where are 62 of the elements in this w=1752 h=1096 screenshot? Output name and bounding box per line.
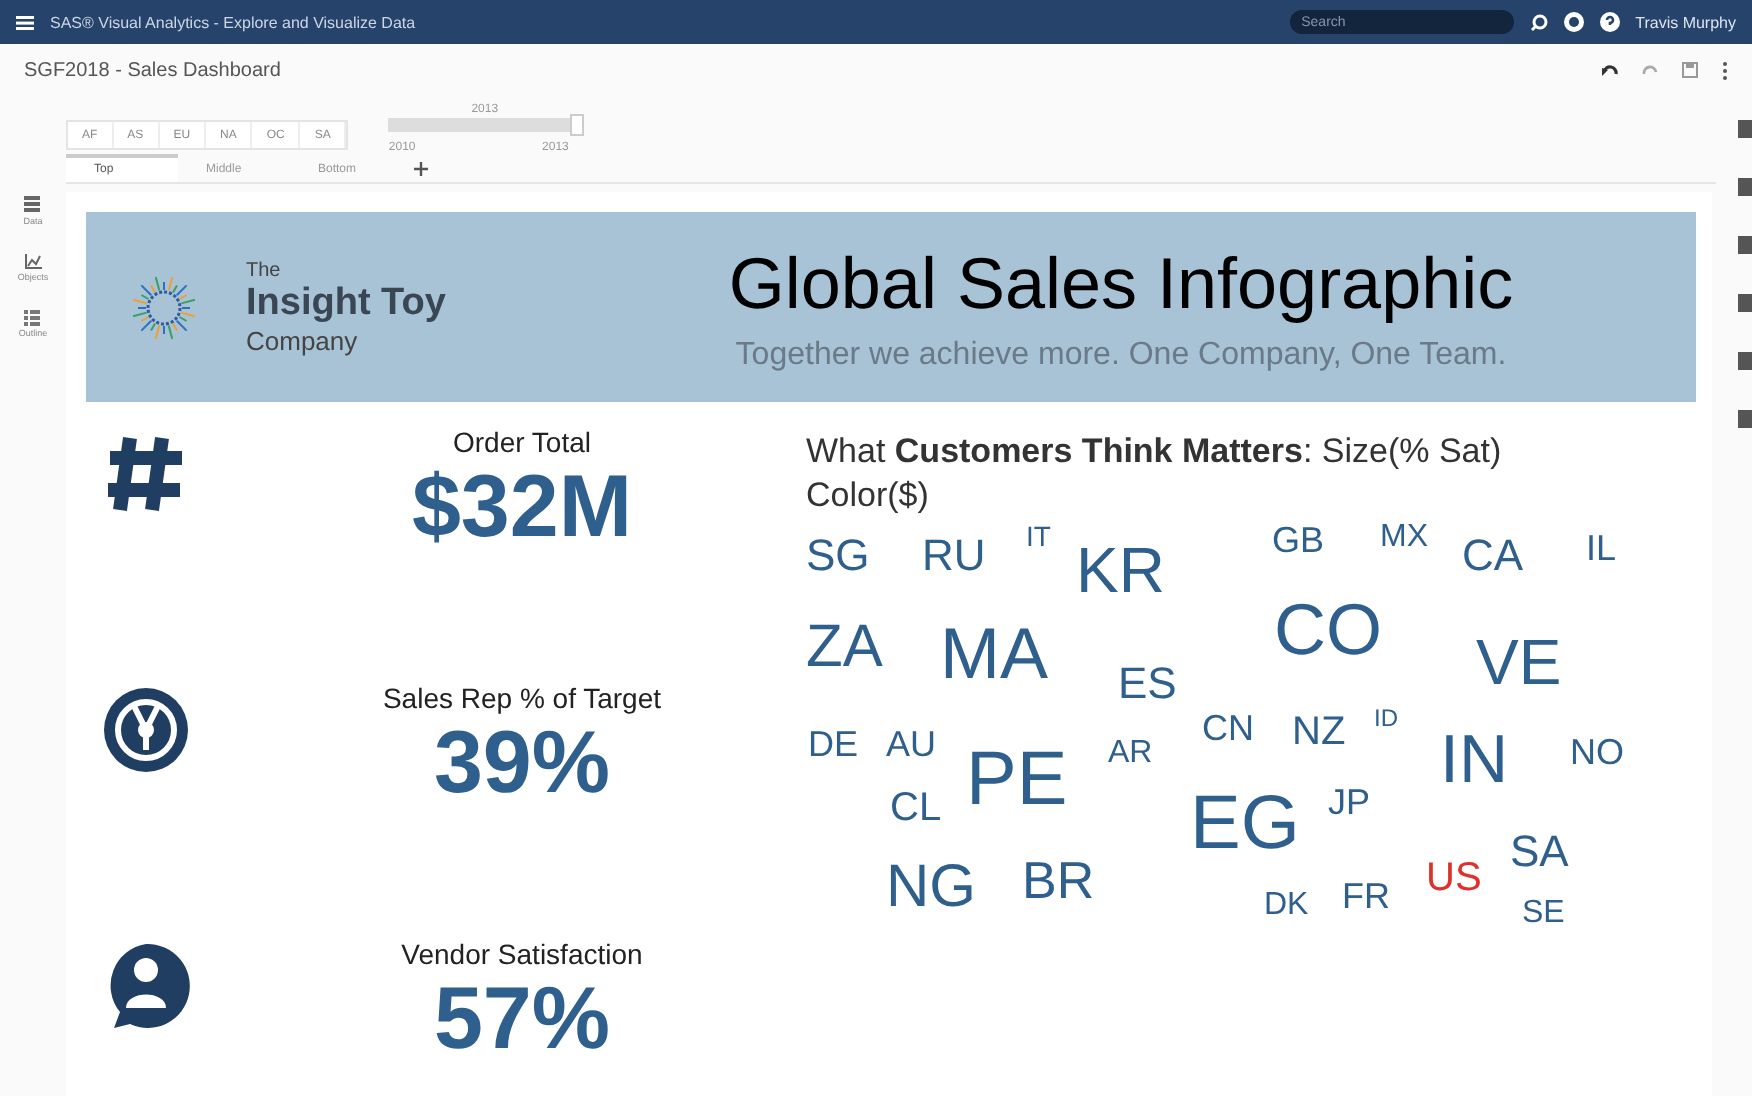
cloud-word: CA [1462, 534, 1524, 579]
history-icon[interactable] [1563, 12, 1584, 32]
tagline: Together we achieve more. One Company, One Team. [735, 337, 1507, 373]
cloud-word: BR [1022, 854, 1095, 907]
cloud-word: RU [922, 534, 986, 579]
cloud-word: SE [1522, 898, 1565, 931]
menu-icon[interactable] [16, 15, 34, 29]
cloud-word: AU [886, 726, 937, 763]
cloud-word: IN [1440, 726, 1508, 795]
sunburst-logo-icon [130, 273, 198, 341]
cloud-word: SA [1510, 830, 1569, 875]
cloud-word: KR [1076, 538, 1165, 603]
user-name[interactable]: Travis Murphy [1635, 13, 1736, 31]
gauge-icon [102, 686, 190, 774]
more-icon[interactable] [1722, 61, 1728, 79]
kpi-label: Vendor Satisfaction [401, 938, 643, 970]
cloud-word: ID [1374, 706, 1398, 731]
cloud-word: DK [1264, 890, 1309, 923]
company-suffix: Company [246, 325, 360, 355]
redo-icon[interactable] [1642, 63, 1658, 77]
cloud-word: ZA [806, 618, 883, 679]
database-icon [24, 196, 41, 214]
report-title: SGF2018 - Sales Dashboard [24, 59, 283, 81]
outline-icon [24, 310, 41, 326]
cloud-word: MX [1380, 522, 1428, 555]
cloud-word: IL [1586, 530, 1617, 567]
undo-icon[interactable] [1602, 63, 1618, 77]
cloud-word: NO [1570, 734, 1624, 771]
help-icon[interactable] [1599, 12, 1620, 32]
cloud-word: PE [966, 742, 1068, 819]
cloud-word: SG [806, 534, 870, 579]
cloud-word: CO [1274, 594, 1382, 667]
cloud-word: NG [886, 858, 976, 919]
cloud-word: CN [1202, 710, 1254, 747]
kpi-label: Order Total [453, 426, 591, 458]
company-prefix: The [246, 259, 283, 281]
cloud-word: JP [1328, 784, 1371, 821]
search-icon[interactable] [1529, 13, 1548, 31]
cloud-word: VE [1476, 630, 1562, 695]
kpi-value: $32M [411, 458, 633, 558]
banner-title: Global Sales Infographic [728, 241, 1514, 325]
cloud-word: GB [1272, 522, 1325, 559]
kpi-label: Sales Rep % of Target [382, 682, 662, 714]
app-title: SAS® Visual Analytics - Explore and Visualize Data [50, 13, 418, 31]
cloud-word: DE [808, 726, 859, 763]
add-icon[interactable] [414, 162, 428, 182]
cloud-word: FR [1342, 878, 1390, 915]
cloud-word: EG [1190, 786, 1300, 863]
save-icon[interactable] [1682, 62, 1698, 78]
cloud-word: MA [940, 618, 1048, 691]
kpi-value: 39% [433, 714, 611, 814]
cloud-word: ES [1118, 662, 1177, 707]
cloud-word: AR [1108, 738, 1153, 771]
cloud-word: NZ [1292, 712, 1346, 753]
kpi-value: 57% [433, 970, 611, 1070]
chart-icon [23, 254, 42, 270]
company-name: Insight Toy [246, 281, 448, 325]
cloud-word: US [1426, 858, 1482, 899]
year-slider[interactable] [388, 118, 581, 132]
word-cloud-title: What Customers Think Matters: Size(% Sat) Color($) [806, 430, 1504, 519]
cloud-word: CL [890, 788, 942, 829]
cloud-word: IT [1026, 522, 1051, 551]
